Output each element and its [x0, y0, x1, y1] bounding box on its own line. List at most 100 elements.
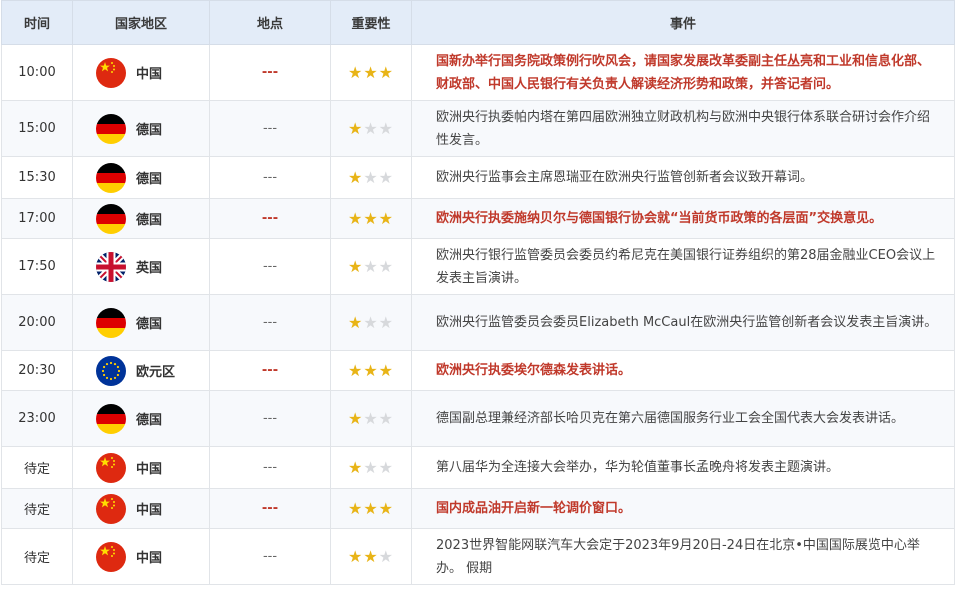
importance-rating: ★★★ [330, 446, 412, 489]
event-country: 中国 [72, 488, 210, 529]
event-time: 20:00 [1, 294, 73, 351]
star-filled-icon: ★ [347, 499, 364, 518]
country-name: 德国 [136, 172, 163, 187]
header-country: 国家地区 [72, 0, 210, 45]
event-description: 国内成品油开启新一轮调价窗口。 [411, 488, 955, 529]
event-location: --- [209, 238, 331, 295]
event-country: 德国 [72, 100, 210, 157]
event-description: 2023世界智能网联汽车大会定于2023年9月20日-24日在北京•中国国际展览… [411, 528, 955, 585]
event-country: 德国 [72, 156, 210, 199]
event-country: 德国 [72, 294, 210, 351]
table-row: 20:00 德国 --- ★★★ 欧洲央行监管委员会委员Elizabeth McCaul… [1, 294, 955, 351]
event-description: 欧洲央行执委施纳贝尔与德国银行协会就“当前货币政策的各层面”交换意见。 [411, 198, 955, 239]
country-name: 德国 [136, 413, 163, 428]
star-empty-icon: ★ [378, 168, 395, 187]
star-filled-icon: ★ [347, 458, 364, 477]
star-filled-icon: ★ [347, 547, 364, 566]
china-flag-icon [96, 493, 126, 524]
event-location: --- [209, 198, 331, 239]
event-country: 德国 [72, 198, 210, 239]
event-location: --- [209, 294, 331, 351]
event-time: 15:00 [1, 100, 73, 157]
star-empty-icon: ★ [363, 313, 379, 332]
uk-flag-icon [96, 251, 126, 282]
event-location: --- [209, 44, 331, 101]
germany-flag-icon [96, 307, 126, 338]
event-location: --- [209, 100, 331, 157]
star-empty-icon: ★ [378, 547, 395, 566]
event-country: 德国 [72, 390, 210, 447]
table-row: 17:00 德国 --- ★★★ 欧洲央行执委施纳贝尔与德国银行协会就“当前货币政策的各… [1, 198, 955, 239]
star-empty-icon: ★ [363, 458, 379, 477]
event-country: 欧元区 [72, 350, 210, 391]
star-filled-icon: ★ [347, 313, 364, 332]
importance-rating: ★★★ [330, 528, 412, 585]
importance-rating: ★★★ [330, 350, 412, 391]
importance-rating: ★★★ [330, 488, 412, 529]
table-row: 23:00 德国 --- ★★★ 德国副总理兼经济部长哈贝克在第六届德国服务行业工会全国… [1, 390, 955, 447]
event-description: 德国副总理兼经济部长哈贝克在第六届德国服务行业工会全国代表大会发表讲话。 [411, 390, 955, 447]
header-time: 时间 [1, 0, 73, 45]
star-empty-icon: ★ [363, 409, 379, 428]
event-location: --- [209, 156, 331, 199]
country-name: 中国 [136, 503, 163, 518]
star-empty-icon: ★ [378, 257, 395, 276]
event-description: 欧洲央行监事会主席恩瑞亚在欧洲央行监管创新者会议致开幕词。 [411, 156, 955, 199]
star-filled-icon: ★ [363, 63, 379, 82]
event-time: 待定 [1, 528, 73, 585]
country-name: 英国 [136, 261, 163, 276]
event-location: --- [209, 488, 331, 529]
importance-rating: ★★★ [330, 100, 412, 157]
event-description: 欧洲央行监管委员会委员Elizabeth McCaul在欧洲央行监管创新者会议发… [411, 294, 955, 351]
event-country: 英国 [72, 238, 210, 295]
star-filled-icon: ★ [347, 409, 364, 428]
event-time: 15:30 [1, 156, 73, 199]
country-name: 欧元区 [136, 365, 176, 380]
table-row: 待定 中国 --- ★★★ 2023世界智能网联汽车大会定于2023年9月20日-24日… [1, 528, 955, 585]
economic-calendar-table: 时间 国家地区 地点 重要性 事件 10:00 中国 --- ★★★ 国新办举行国务院政… [1, 0, 955, 585]
star-filled-icon: ★ [378, 499, 395, 518]
event-location: --- [209, 446, 331, 489]
importance-rating: ★★★ [330, 294, 412, 351]
table-row: 15:00 德国 --- ★★★ 欧洲央行执委帕内塔在第四届欧洲独立财政机构与欧洲中央银… [1, 100, 955, 157]
star-filled-icon: ★ [363, 499, 379, 518]
eu-flag-icon [96, 355, 126, 386]
importance-rating: ★★★ [330, 44, 412, 101]
star-filled-icon: ★ [363, 209, 379, 228]
event-time: 17:50 [1, 238, 73, 295]
star-filled-icon: ★ [347, 361, 364, 380]
china-flag-icon [96, 541, 126, 572]
star-filled-icon: ★ [363, 361, 379, 380]
star-filled-icon: ★ [347, 119, 364, 138]
germany-flag-icon [96, 403, 126, 434]
country-name: 中国 [136, 551, 163, 566]
table-row: 待定 中国 --- ★★★ 第八届华为全连接大会举办，华为轮值董事长孟晚舟将发表主题演讲… [1, 446, 955, 489]
event-location: --- [209, 528, 331, 585]
star-empty-icon: ★ [363, 168, 379, 187]
event-time: 待定 [1, 446, 73, 489]
importance-rating: ★★★ [330, 156, 412, 199]
table-body: 10:00 中国 --- ★★★ 国新办举行国务院政策例行吹风会，请国家发展改革委副主任… [1, 44, 955, 585]
star-empty-icon: ★ [378, 458, 395, 477]
event-description: 欧洲央行执委帕内塔在第四届欧洲独立财政机构与欧洲中央银行体系联合研讨会作介绍性发… [411, 100, 955, 157]
event-location: --- [209, 390, 331, 447]
star-filled-icon: ★ [378, 63, 395, 82]
importance-rating: ★★★ [330, 390, 412, 447]
event-country: 中国 [72, 44, 210, 101]
event-description: 第八届华为全连接大会举办，华为轮值董事长孟晚舟将发表主题演讲。 [411, 446, 955, 489]
country-name: 德国 [136, 123, 163, 138]
star-filled-icon: ★ [347, 209, 364, 228]
header-importance: 重要性 [330, 0, 412, 45]
china-flag-icon [96, 452, 126, 483]
star-filled-icon: ★ [378, 361, 395, 380]
table-row: 待定 中国 --- ★★★ 国内成品油开启新一轮调价窗口。 [1, 488, 955, 529]
event-description: 欧洲央行银行监管委员会委员约希尼克在美国银行证券组织的第28届金融业CEO会议上… [411, 238, 955, 295]
event-description: 欧洲央行执委埃尔德森发表讲话。 [411, 350, 955, 391]
event-country: 中国 [72, 446, 210, 489]
germany-flag-icon [96, 203, 126, 234]
table-row: 17:50 英国 --- ★★★ 欧洲央行银行监管委员会委员约希尼克在美国银行证券组织的… [1, 238, 955, 295]
importance-rating: ★★★ [330, 238, 412, 295]
importance-rating: ★★★ [330, 198, 412, 239]
table-row: 20:30 欧元区 --- ★★★ 欧洲央行执委埃尔德森发表讲话。 [1, 350, 955, 391]
country-name: 德国 [136, 317, 163, 332]
